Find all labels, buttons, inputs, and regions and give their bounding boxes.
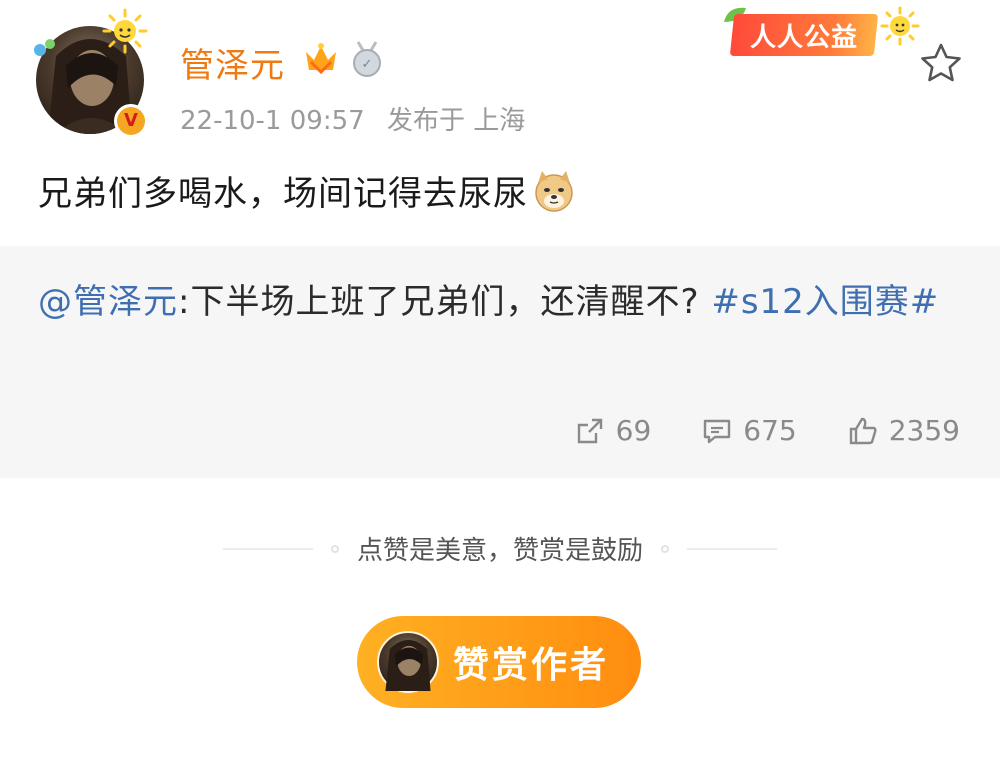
verified-mark: V [124, 110, 138, 131]
reward-caption-row: 点赞是美意，赞赏是鼓励 [0, 530, 1000, 567]
divider-dot-right [661, 544, 669, 553]
author-avatar-container[interactable]: V [34, 8, 148, 138]
stats-bar: 69 675 2359 [574, 414, 960, 447]
charity-badge[interactable]: 人人公益 [712, 4, 922, 64]
charity-badge-label: 人人公益 [750, 22, 859, 53]
leaf-decoration-icon [34, 39, 55, 56]
like-count: 2359 [888, 414, 960, 447]
post-location: 发布于 上海 [386, 106, 526, 136]
post-content: 兄弟们多喝水，场间记得去尿尿 [38, 166, 576, 215]
avatar-portrait-small [385, 639, 431, 691]
post-text: 兄弟们多喝水，场间记得去尿尿 [38, 174, 528, 214]
repost-content: @管泽元:下半场上班了兄弟们，还清醒不? #s12入围赛# [38, 274, 968, 330]
repost-count-button[interactable]: 69 [574, 414, 652, 447]
hashtag-link[interactable]: #s12入围赛# [711, 282, 939, 322]
repost-card[interactable]: @管泽元:下半场上班了兄弟们，还清醒不? #s12入围赛# 69 675 235… [0, 246, 1000, 478]
divider-left [222, 547, 313, 550]
repost-colon: : [178, 282, 191, 322]
thumbs-up-icon [849, 417, 877, 444]
divider-dot-left [330, 544, 339, 553]
post-date: 22-10-1 09:57 [180, 106, 365, 136]
comment-count: 675 [743, 414, 797, 447]
reward-button-label: 赞赏作者 [453, 644, 610, 685]
divider-right [687, 547, 777, 550]
crown-vip-icon[interactable] [302, 40, 340, 78]
like-count-button[interactable]: 2359 [847, 414, 960, 447]
repost-mention-link[interactable]: @管泽元 [38, 282, 178, 322]
repost-text: 下半场上班了兄弟们，还清醒不? [190, 282, 700, 322]
author-name[interactable]: 管泽元 [180, 38, 285, 87]
svg-text:✓: ✓ [362, 57, 373, 72]
doge-icon [535, 171, 573, 212]
reward-avatar [377, 631, 439, 693]
verified-badge: V [114, 104, 148, 138]
reward-author-button[interactable]: 赞赏作者 [357, 616, 641, 708]
sun-icon [880, 6, 920, 46]
reward-caption: 点赞是美意，赞赏是鼓励 [356, 536, 643, 566]
comment-count-button[interactable]: 675 [701, 414, 797, 447]
repost-count: 69 [615, 414, 652, 447]
favorite-star-icon[interactable] [918, 40, 964, 86]
medal-icon[interactable]: ✓ [350, 40, 384, 78]
comment-icon [704, 419, 731, 443]
share-icon [577, 418, 602, 443]
post-meta: 22-10-1 09:57 发布于 上海 [180, 100, 539, 137]
sun-decoration-icon [102, 8, 148, 54]
charity-badge-label-box: 人人公益 [729, 14, 879, 56]
